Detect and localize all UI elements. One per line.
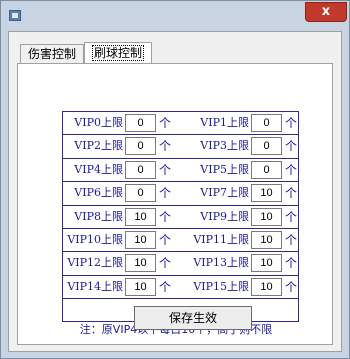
limit-row: VIP12上限 个 VIP13上限 个 bbox=[63, 252, 298, 276]
vip2-unit: 个 bbox=[159, 139, 172, 154]
limit-row: VIP0上限 个 VIP1上限 个 bbox=[63, 112, 298, 136]
vip4-unit: 个 bbox=[159, 162, 172, 177]
vip7-unit: 个 bbox=[285, 186, 298, 201]
limit-row: VIP4上限 个 VIP5上限 个 bbox=[63, 159, 298, 183]
vip3-limit-input[interactable] bbox=[251, 137, 282, 156]
vip6-limit-label: VIP6上限 bbox=[74, 186, 123, 200]
dialog-body: 伤害控制 刷球控制 VIP0上限 个 VIP1上限 个 VIP2上限 个 bbox=[8, 31, 342, 352]
title-bar: x bbox=[1, 1, 349, 31]
vip15-limit-label: VIP15上限 bbox=[193, 279, 249, 293]
vip9-limit-input[interactable] bbox=[251, 207, 282, 226]
vip2-limit-label: VIP2上限 bbox=[74, 139, 123, 153]
vip6-unit: 个 bbox=[159, 186, 172, 201]
tab-damage-control-label: 伤害控制 bbox=[27, 47, 76, 61]
limit-row: VIP10上限 个 VIP11上限 个 bbox=[63, 229, 298, 253]
vip12-limit-input[interactable] bbox=[125, 254, 156, 273]
vip12-limit-label: VIP12上限 bbox=[67, 256, 123, 270]
vip2-limit-input[interactable] bbox=[125, 137, 156, 156]
vip5-unit: 个 bbox=[285, 162, 298, 177]
vip11-limit-label: VIP11上限 bbox=[193, 233, 249, 246]
vip7-limit-label: VIP7上限 bbox=[200, 186, 249, 200]
vip11-limit-input[interactable] bbox=[251, 231, 282, 249]
vip15-unit: 个 bbox=[285, 279, 298, 294]
vip14-limit-label: VIP14上限 bbox=[67, 279, 123, 293]
vip8-limit-label: VIP8上限 bbox=[74, 209, 123, 223]
vip7-limit-input[interactable] bbox=[251, 184, 282, 203]
vip1-limit-input[interactable] bbox=[251, 114, 282, 132]
vip0-limit-input[interactable] bbox=[125, 114, 156, 132]
vip10-limit-input[interactable] bbox=[125, 231, 156, 249]
vip12-unit: 个 bbox=[159, 256, 172, 271]
vip8-limit-input[interactable] bbox=[125, 207, 156, 226]
limit-row: VIP2上限 个 VIP3上限 个 bbox=[63, 135, 298, 159]
close-button[interactable]: x bbox=[305, 2, 347, 22]
vip6-limit-input[interactable] bbox=[125, 184, 156, 203]
tab-ball-control[interactable]: 刷球控制 bbox=[84, 42, 152, 64]
limit-row: VIP8上限 个 VIP9上限 个 bbox=[63, 206, 298, 229]
vip13-limit-label: VIP13上限 bbox=[193, 256, 249, 270]
vip9-unit: 个 bbox=[285, 209, 298, 224]
vip4-limit-input[interactable] bbox=[125, 160, 156, 179]
app-icon bbox=[9, 10, 21, 21]
vip5-limit-input[interactable] bbox=[251, 160, 282, 179]
vip13-unit: 个 bbox=[285, 256, 298, 271]
vip14-limit-input[interactable] bbox=[125, 277, 156, 296]
vip13-limit-input[interactable] bbox=[251, 254, 282, 273]
vip0-unit: 个 bbox=[159, 116, 172, 130]
vip5-limit-label: VIP5上限 bbox=[200, 162, 249, 176]
vip0-limit-label: VIP0上限 bbox=[74, 116, 123, 129]
vip1-unit: 个 bbox=[285, 116, 298, 130]
vip3-limit-label: VIP3上限 bbox=[200, 139, 249, 153]
vip-limit-grid: VIP0上限 个 VIP1上限 个 VIP2上限 个 VIP3上限 个 VIP4 bbox=[62, 111, 299, 322]
vip1-limit-label: VIP1上限 bbox=[200, 116, 249, 129]
vip9-limit-label: VIP9上限 bbox=[200, 209, 249, 223]
tab-ball-control-label: 刷球控制 bbox=[91, 45, 144, 61]
vip8-unit: 个 bbox=[159, 209, 172, 224]
app-window: x 伤害控制 刷球控制 VIP0上限 个 VIP1上限 个 VIP2上限 bbox=[0, 0, 350, 359]
vip10-limit-label: VIP10上限 bbox=[67, 233, 123, 246]
tab-panel: VIP0上限 个 VIP1上限 个 VIP2上限 个 VIP3上限 个 VIP4 bbox=[17, 63, 333, 345]
limit-row: VIP6上限 个 VIP7上限 个 bbox=[63, 182, 298, 206]
limit-row: VIP14上限 个 VIP15上限 个 bbox=[63, 276, 298, 300]
vip14-unit: 个 bbox=[159, 279, 172, 294]
vip4-limit-label: VIP4上限 bbox=[74, 162, 123, 176]
vip15-limit-input[interactable] bbox=[251, 277, 282, 296]
save-button[interactable]: 保存生效 bbox=[134, 306, 252, 330]
vip10-unit: 个 bbox=[159, 233, 172, 247]
vip3-unit: 个 bbox=[285, 139, 298, 154]
vip11-unit: 个 bbox=[285, 233, 298, 247]
tab-damage-control[interactable]: 伤害控制 bbox=[20, 44, 84, 64]
